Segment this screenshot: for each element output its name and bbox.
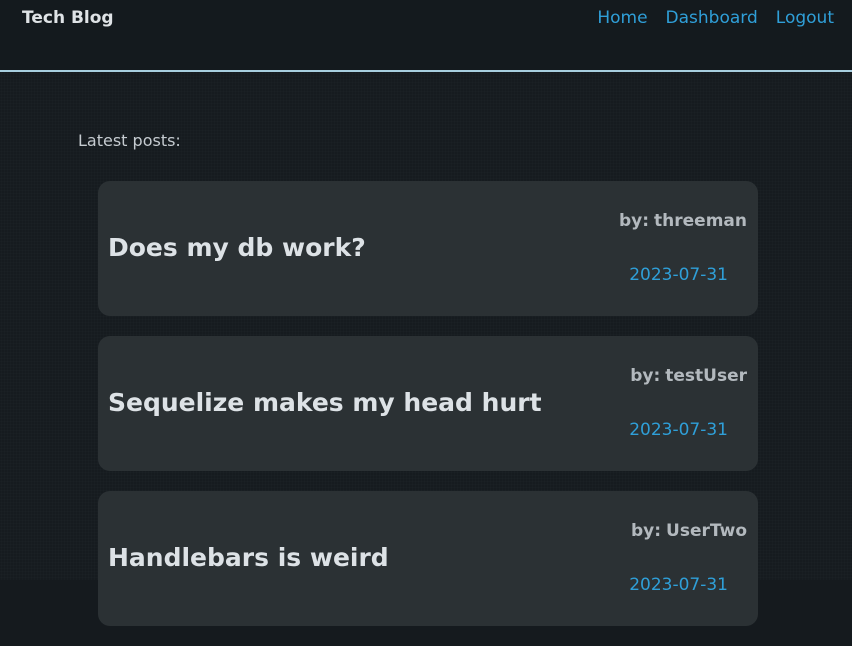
nav-logout-link[interactable]: Logout (776, 8, 834, 28)
latest-posts-heading: Latest posts: (78, 131, 181, 150)
post-list: Does my db work? by: threeman 2023-07-31 … (98, 181, 758, 646)
post-author: by: threeman (619, 211, 747, 231)
post-title[interactable]: Sequelize makes my head hurt (108, 388, 542, 417)
post-author-name: UserTwo (666, 521, 747, 541)
post-author-prefix: by: (630, 366, 661, 386)
post-date: 2023-07-31 (629, 265, 728, 285)
post-title[interactable]: Handlebars is weird (108, 543, 389, 572)
nav-home-link[interactable]: Home (597, 8, 647, 28)
post-date: 2023-07-31 (629, 420, 728, 440)
nav-links: Home Dashboard Logout (597, 8, 834, 28)
nav-dashboard-link[interactable]: Dashboard (666, 8, 758, 28)
post-title[interactable]: Does my db work? (108, 233, 366, 262)
post-author: by: testUser (630, 366, 747, 386)
post-author-name: threeman (654, 211, 747, 231)
top-navbar: Tech Blog Home Dashboard Logout (0, 0, 852, 72)
brand-title[interactable]: Tech Blog (22, 8, 114, 28)
post-card[interactable]: Handlebars is weird by: UserTwo 2023-07-3… (98, 491, 758, 626)
post-card[interactable]: Sequelize makes my head hurt by: testUser… (98, 336, 758, 471)
post-date: 2023-07-31 (629, 575, 728, 595)
post-author: by: UserTwo (631, 521, 747, 541)
post-card[interactable]: Does my db work? by: threeman 2023-07-31 (98, 181, 758, 316)
post-author-prefix: by: (618, 211, 650, 231)
post-author-name: testUser (665, 366, 747, 386)
post-author-prefix: by: (630, 521, 662, 541)
